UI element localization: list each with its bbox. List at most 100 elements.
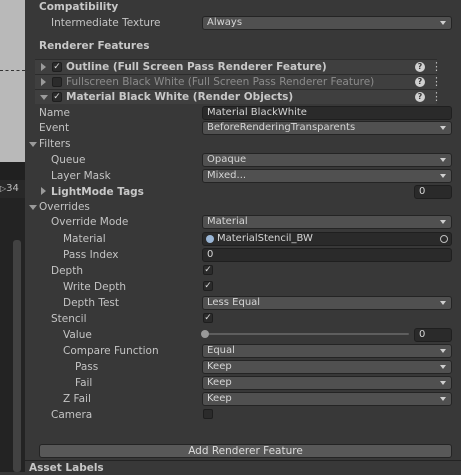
zfail-label: Z Fail — [63, 393, 91, 405]
asset-labels-title: Asset Labels — [29, 462, 104, 474]
zfail-dropdown[interactable]: Keep — [202, 392, 452, 406]
depth-test-dropdown[interactable]: Less Equal — [202, 296, 452, 310]
event-value: BeforeRenderingTransparents — [207, 122, 356, 133]
stencil-checkbox[interactable]: ✓ — [203, 313, 213, 323]
feature-enabled-checkbox[interactable] — [52, 77, 62, 87]
layer-mask-value: Mixed... — [207, 170, 247, 181]
overrides-foldout[interactable]: Overrides — [39, 200, 90, 214]
kebab-menu-icon[interactable]: ⋮ — [431, 61, 442, 73]
intermediate-texture-label: Intermediate Texture — [51, 17, 161, 29]
lightmode-tags-foldout[interactable]: LightMode Tags — [51, 185, 144, 199]
chevron-down-icon — [440, 349, 446, 353]
fold-down-icon[interactable] — [29, 205, 37, 210]
add-renderer-feature-button[interactable]: Add Renderer Feature — [39, 444, 452, 458]
feature-enabled-checkbox[interactable]: ✓ — [52, 92, 62, 102]
chevron-down-icon — [440, 174, 446, 178]
layer-mask-dropdown[interactable]: Mixed... — [202, 169, 452, 183]
compare-function-dropdown[interactable]: Equal — [202, 344, 452, 358]
scene-view[interactable] — [0, 0, 25, 162]
left-number-label: 34 — [6, 183, 19, 194]
left-toolbar: ▷34 — [0, 180, 25, 198]
lightmode-tags-count[interactable]: 0 — [414, 185, 452, 199]
fold-right-icon[interactable] — [41, 187, 46, 195]
override-mode-label: Override Mode — [51, 216, 129, 228]
camera-checkbox[interactable] — [203, 409, 213, 419]
material-value: MaterialStencil_BW — [217, 233, 313, 244]
depth-label: Depth — [51, 265, 83, 277]
check-icon: ✓ — [53, 62, 61, 72]
renderer-features-title: Renderer Features — [39, 40, 150, 52]
camera-label: Camera — [51, 409, 93, 421]
name-input[interactable]: Material BlackWhite — [202, 106, 452, 120]
object-picker-icon[interactable] — [440, 235, 448, 243]
kebab-menu-icon[interactable]: ⋮ — [431, 76, 442, 88]
check-icon: ✓ — [204, 281, 212, 291]
inspector-panel: Compatibility Intermediate Texture Alway… — [25, 0, 461, 474]
queue-label: Queue — [51, 154, 86, 166]
value-label: Value — [63, 329, 92, 341]
fold-down-icon[interactable] — [40, 95, 48, 100]
queue-value: Opaque — [207, 154, 247, 165]
compatibility-title: Compatibility — [39, 1, 119, 13]
fail-dropdown[interactable]: Keep — [202, 376, 452, 390]
help-icon[interactable]: ? — [415, 77, 425, 87]
fold-right-icon[interactable] — [41, 78, 46, 86]
name-label: Name — [39, 107, 70, 119]
fold-down-icon[interactable] — [29, 142, 37, 147]
depth-checkbox[interactable]: ✓ — [203, 265, 213, 275]
pass-index-label: Pass Index — [63, 249, 119, 261]
write-depth-label: Write Depth — [63, 281, 127, 293]
zfail-value: Keep — [207, 393, 232, 404]
check-icon: ✓ — [204, 313, 212, 323]
event-dropdown[interactable]: BeforeRenderingTransparents — [202, 121, 452, 135]
value-slider-handle[interactable] — [201, 330, 209, 338]
chevron-down-icon — [440, 397, 446, 401]
chevron-down-icon — [440, 301, 446, 305]
event-label: Event — [39, 122, 70, 134]
chevron-down-icon — [440, 21, 446, 25]
fail-value: Keep — [207, 377, 232, 388]
chevron-down-icon — [440, 365, 446, 369]
value-slider-track[interactable] — [205, 333, 409, 335]
feature-name: Material Black White (Render Objects) — [66, 91, 294, 103]
intermediate-texture-value: Always — [207, 17, 243, 28]
pass-label: Pass — [75, 361, 99, 373]
compare-function-value: Equal — [207, 345, 235, 356]
feature-name: Outline (Full Screen Pass Renderer Featu… — [66, 61, 327, 73]
chevron-down-icon — [440, 158, 446, 162]
check-icon: ✓ — [204, 265, 212, 275]
pass-index-input[interactable]: 0 — [202, 248, 452, 262]
material-label: Material — [63, 233, 106, 245]
left-scrollbar[interactable] — [13, 240, 21, 472]
override-mode-dropdown[interactable]: Material — [202, 215, 452, 229]
override-mode-value: Material — [207, 216, 248, 227]
fold-right-icon[interactable] — [41, 63, 46, 71]
check-icon: ✓ — [53, 92, 61, 102]
chevron-down-icon — [440, 381, 446, 385]
feature-enabled-checkbox[interactable]: ✓ — [52, 62, 62, 72]
feature-name: Fullscreen Black White (Full Screen Pass… — [66, 76, 375, 88]
help-icon[interactable]: ? — [415, 62, 425, 72]
layer-mask-label: Layer Mask — [51, 170, 111, 182]
intermediate-texture-dropdown[interactable]: Always — [202, 16, 452, 30]
help-icon[interactable]: ? — [415, 92, 425, 102]
queue-dropdown[interactable]: Opaque — [202, 153, 452, 167]
write-depth-checkbox[interactable]: ✓ — [203, 281, 213, 291]
kebab-menu-icon[interactable]: ⋮ — [431, 91, 442, 103]
stencil-label: Stencil — [51, 313, 87, 325]
feature-row-fullscreen-black-white[interactable]: Fullscreen Black White (Full Screen Pass… — [35, 74, 442, 89]
chevron-down-icon — [440, 220, 446, 224]
value-number-input[interactable]: 0 — [414, 328, 452, 342]
pass-value: Keep — [207, 361, 232, 372]
material-sphere-icon — [206, 235, 214, 243]
feature-row-outline[interactable]: ✓ Outline (Full Screen Pass Renderer Fea… — [35, 59, 442, 74]
depth-test-value: Less Equal — [207, 297, 261, 308]
scene-gizmo-line — [0, 70, 25, 72]
material-object-field[interactable]: MaterialStencil_BW — [202, 232, 452, 246]
fail-label: Fail — [75, 377, 93, 389]
chevron-down-icon — [440, 126, 446, 130]
filters-foldout[interactable]: Filters — [39, 137, 70, 151]
feature-row-material-black-white[interactable]: ✓ Material Black White (Render Objects) … — [35, 89, 442, 104]
pass-dropdown[interactable]: Keep — [202, 360, 452, 374]
depth-test-label: Depth Test — [63, 297, 119, 309]
